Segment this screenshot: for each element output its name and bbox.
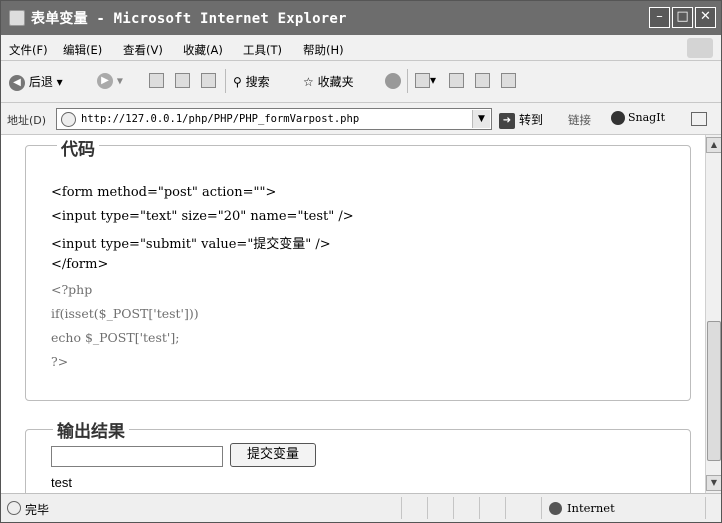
print-icon — [449, 73, 464, 88]
snagit-label: SnagIt — [628, 111, 665, 124]
edit-icon — [475, 73, 490, 88]
status-bar: 完毕 Internet — [1, 493, 721, 522]
media-button[interactable] — [385, 73, 401, 89]
page-icon — [61, 112, 76, 127]
windows-logo-icon — [687, 38, 713, 58]
links-button[interactable]: 链接 — [568, 112, 591, 128]
search-icon: ⚲ — [233, 75, 242, 89]
forward-button[interactable]: ▶ ▾ — [97, 73, 123, 89]
code-line: <input type="text" size="20" name="test"… — [51, 209, 354, 224]
code-line: <?php — [51, 282, 93, 297]
home-button[interactable] — [201, 73, 216, 88]
go-arrow-icon: ➜ — [499, 112, 515, 129]
close-button[interactable]: ✕ — [695, 7, 716, 28]
back-button[interactable]: ◀ 后退 ▾ — [9, 73, 63, 91]
internet-zone-icon — [549, 502, 562, 515]
address-label: 地址(D) — [7, 114, 47, 127]
go-button[interactable]: ➜ 转到 — [499, 111, 543, 129]
menu-bar: 文件(F) 编辑(E) 查看(V) 收藏(A) 工具(T) 帮助(H) — [1, 35, 721, 61]
security-zone: Internet — [567, 501, 615, 515]
output-text: test — [51, 475, 72, 490]
code-legend: 代码 — [57, 135, 99, 160]
code-fieldset — [25, 145, 691, 401]
page-status-icon — [7, 501, 21, 515]
menu-view[interactable]: 查看(V) — [123, 42, 163, 58]
vertical-scrollbar[interactable]: ▲ ▼ — [705, 135, 721, 493]
status-text: 完毕 — [25, 503, 50, 517]
code-line: echo $_POST['test']; — [51, 330, 180, 345]
address-bar: 地址(D) http://127.0.0.1/php/PHP/PHP_formV… — [1, 103, 721, 135]
code-line: ?> — [51, 354, 69, 369]
menu-edit[interactable]: 编辑(E) — [63, 42, 102, 58]
scrollbar-thumb[interactable] — [707, 321, 721, 461]
toolbar-separator — [225, 69, 226, 93]
favorites-button[interactable]: ☆ 收藏夹 — [303, 73, 354, 90]
menu-file[interactable]: 文件(F) — [9, 42, 48, 58]
menu-tools[interactable]: 工具(T) — [243, 42, 282, 58]
submit-button[interactable]: 提交变量 — [230, 443, 316, 467]
address-field[interactable]: http://127.0.0.1/php/PHP/PHP_formVarpost… — [56, 108, 492, 130]
minimize-button[interactable]: – — [649, 7, 670, 28]
refresh-button[interactable] — [175, 73, 190, 88]
print-button[interactable] — [449, 73, 464, 88]
snagit-button[interactable]: SnagIt — [611, 111, 665, 125]
status-divider — [401, 497, 402, 519]
address-url[interactable]: http://127.0.0.1/php/PHP/PHP_formVarpost… — [81, 113, 359, 125]
scroll-up-icon[interactable]: ▲ — [706, 137, 721, 153]
status-divider — [479, 497, 480, 519]
back-dropdown-icon[interactable]: ▾ — [57, 75, 63, 89]
refresh-icon — [175, 73, 190, 88]
toolbar-separator — [407, 69, 408, 93]
code-line: <input type="submit" value="提交变量" /> — [51, 237, 331, 252]
browser-window: 表单变量 - Microsoft Internet Explorer – □ ✕… — [0, 0, 722, 523]
status-divider — [541, 497, 542, 519]
snagit-icon — [611, 111, 625, 125]
ie-app-icon[interactable] — [9, 10, 25, 26]
test-input[interactable] — [51, 446, 223, 467]
home-icon — [201, 73, 216, 88]
status-divider — [505, 497, 506, 519]
status-divider — [705, 497, 706, 519]
back-arrow-icon: ◀ — [9, 74, 25, 91]
edit-button[interactable] — [475, 73, 490, 88]
favorites-label: 收藏夹 — [317, 75, 354, 89]
discuss-icon — [501, 73, 516, 88]
toolbar: ◀ 后退 ▾ ▶ ▾ ⚲ 搜索 ☆ 收藏夹 ▾ — [1, 61, 721, 103]
mail-button[interactable]: ▾ — [415, 73, 436, 88]
discuss-button[interactable] — [501, 73, 516, 88]
title-bar: 表单变量 - Microsoft Internet Explorer – □ ✕ — [1, 1, 721, 35]
code-line: if(isset($_POST['test'])) — [51, 306, 199, 321]
mail-icon — [415, 73, 430, 88]
menu-favorites[interactable]: 收藏(A) — [183, 42, 223, 58]
search-button[interactable]: ⚲ 搜索 — [233, 73, 270, 90]
back-label: 后退 — [28, 75, 53, 89]
stop-button[interactable] — [149, 73, 164, 88]
search-label: 搜索 — [245, 75, 270, 89]
menu-help[interactable]: 帮助(H) — [303, 42, 344, 58]
star-icon: ☆ — [303, 75, 314, 89]
maximize-button[interactable]: □ — [672, 7, 693, 28]
snagit-window-icon[interactable] — [691, 112, 707, 126]
window-title: 表单变量 - Microsoft Internet Explorer — [31, 11, 347, 27]
scroll-down-icon[interactable]: ▼ — [706, 475, 721, 491]
status-divider — [453, 497, 454, 519]
forward-dropdown-icon[interactable]: ▾ — [117, 74, 123, 88]
code-line: <form method="post" action=""> — [51, 185, 277, 200]
status-divider — [427, 497, 428, 519]
output-legend: 输出结果 — [53, 417, 129, 442]
address-dropdown-icon[interactable]: ▼ — [472, 110, 490, 128]
code-line: </form> — [51, 257, 109, 272]
go-label: 转到 — [519, 113, 544, 127]
media-icon — [385, 73, 401, 89]
forward-arrow-icon: ▶ — [97, 73, 113, 89]
page-content: 代码 <form method="post" action=""> <input… — [1, 135, 705, 493]
stop-icon — [149, 73, 164, 88]
